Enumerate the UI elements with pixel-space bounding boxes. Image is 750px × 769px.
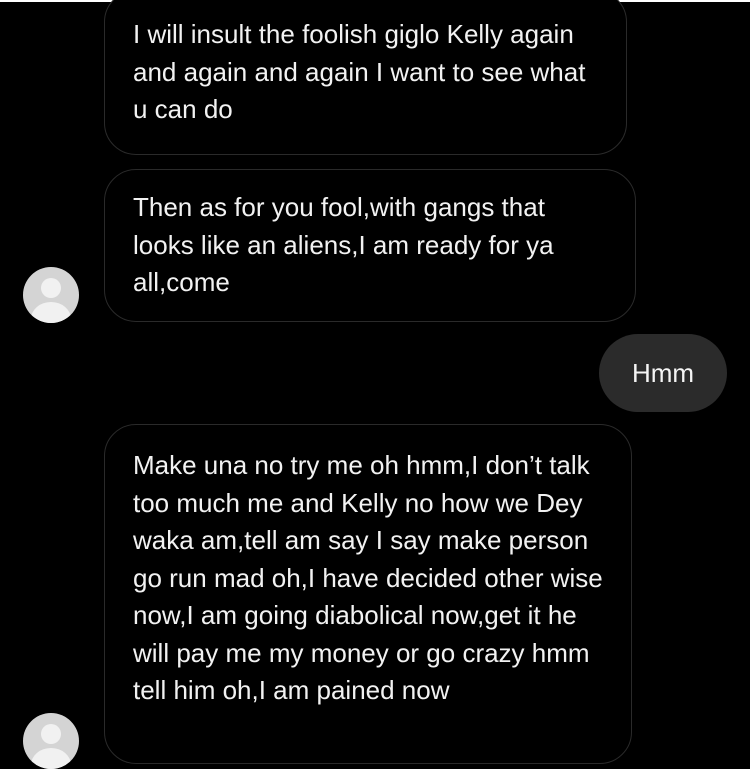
avatar-head-shape: [41, 278, 61, 298]
user-avatar-icon[interactable]: [23, 713, 79, 769]
message-bubble-received[interactable]: Make una no try me oh hmm,I don’t talk t…: [104, 424, 632, 764]
avatar-head-shape: [41, 724, 61, 744]
message-text: Then as for you fool,with gangs that loo…: [133, 192, 554, 297]
message-bubble-received[interactable]: Then as for you fool,with gangs that loo…: [104, 169, 636, 322]
user-avatar-icon[interactable]: [23, 267, 79, 323]
message-text: Make una no try me oh hmm,I don’t talk t…: [133, 450, 603, 705]
message-text: Hmm: [631, 357, 695, 388]
message-text: I will insult the foolish giglo Kelly ag…: [133, 19, 586, 124]
message-bubble-received[interactable]: I will insult the foolish giglo Kelly ag…: [104, 0, 627, 155]
avatar-shoulders-shape: [31, 748, 71, 769]
message-bubble-sent[interactable]: Hmm: [599, 334, 727, 412]
avatar-shoulders-shape: [31, 302, 71, 323]
